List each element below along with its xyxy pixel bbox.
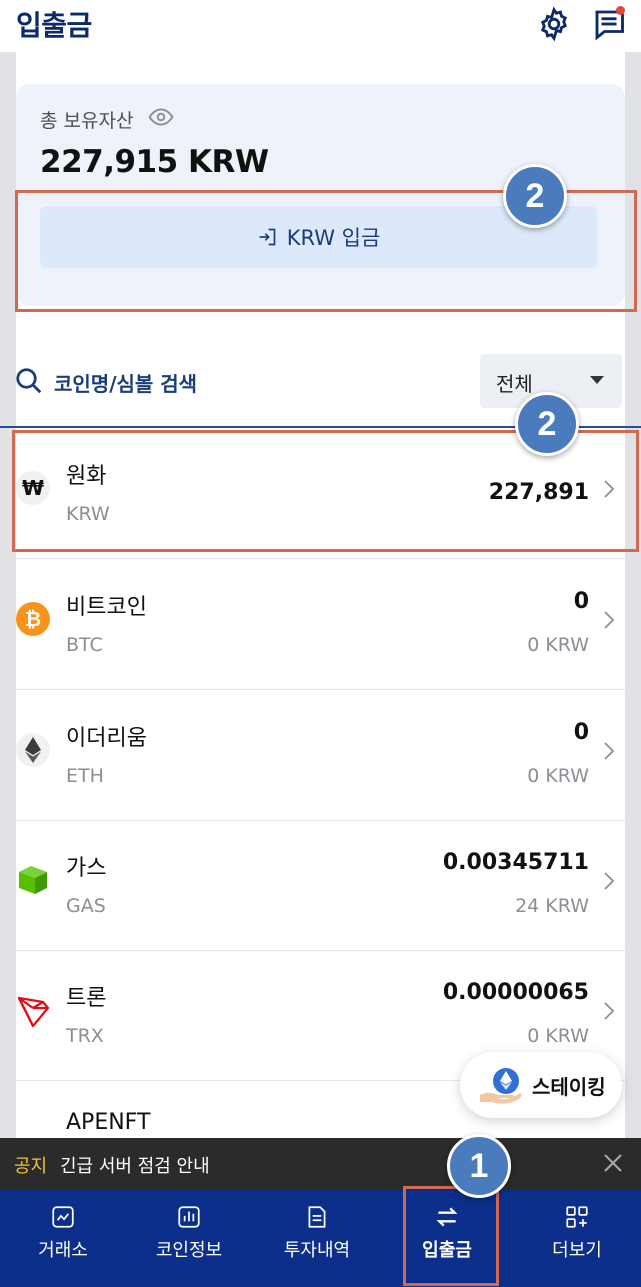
chevron-right-icon bbox=[604, 611, 615, 629]
coin-name: 트론 bbox=[66, 986, 107, 1011]
annotation-badge-2: 2 bbox=[503, 164, 567, 228]
coin-name: 비트코인 bbox=[66, 595, 147, 620]
tab-label: 코인정보 bbox=[155, 1240, 223, 1261]
tab-exchange[interactable]: 거래소 bbox=[0, 1190, 126, 1272]
won-icon: ₩ bbox=[16, 471, 50, 505]
document-icon bbox=[308, 1206, 326, 1228]
staking-label: 스테이킹 bbox=[532, 1074, 606, 1099]
staking-eth-hand-icon bbox=[480, 1068, 522, 1104]
gear-icon[interactable] bbox=[536, 6, 572, 42]
coin-krw-value: 0 KRW bbox=[527, 1025, 589, 1047]
coin-amount: 227,891 bbox=[488, 480, 589, 505]
deposit-icon bbox=[259, 228, 276, 246]
tab-deposit-withdraw[interactable]: 입출금 bbox=[384, 1190, 510, 1272]
bottom-tab-bar: 거래소 코인정보 투자내역 입출금 더보기 bbox=[0, 1190, 641, 1287]
chevron-right-icon bbox=[604, 1002, 615, 1020]
coin-symbol: KRW bbox=[66, 503, 110, 525]
coin-symbol: BTC bbox=[66, 634, 103, 656]
chevron-right-icon bbox=[604, 872, 615, 890]
coin-name: 이더리움 bbox=[66, 726, 147, 751]
tab-investment-history[interactable]: 투자내역 bbox=[254, 1190, 380, 1272]
bitcoin-icon: ₿ bbox=[16, 602, 50, 636]
total-asset-value: 227,915 KRW bbox=[40, 144, 269, 180]
svg-text:₿: ₿ bbox=[25, 607, 41, 631]
gas-icon bbox=[19, 866, 47, 894]
krw-deposit-label: KRW 입금 bbox=[286, 226, 381, 250]
eye-icon[interactable] bbox=[148, 104, 174, 130]
tab-label: 투자내역 bbox=[283, 1240, 351, 1261]
close-icon[interactable] bbox=[602, 1152, 624, 1174]
coin-name: 가스 bbox=[66, 856, 107, 881]
annotation-badge-1: 1 bbox=[447, 1134, 511, 1198]
coin-row-eth[interactable]: 이더리움 ETH 0 0 KRW bbox=[0, 690, 641, 821]
coin-name: APENFT bbox=[66, 1110, 151, 1135]
tab-label: 더보기 bbox=[552, 1240, 602, 1261]
grid-plus-icon bbox=[566, 1206, 588, 1228]
notice-tag: 공지 bbox=[14, 1156, 48, 1177]
coin-krw-value: 24 KRW bbox=[515, 895, 589, 917]
app-header: 입출금 bbox=[0, 0, 641, 52]
coin-name: 원화 bbox=[66, 464, 107, 489]
notice-text[interactable]: 긴급 서버 점검 안내 bbox=[60, 1152, 210, 1178]
coin-amount: 0 bbox=[573, 720, 589, 745]
chevron-right-icon bbox=[604, 742, 615, 760]
chevron-right-icon bbox=[604, 480, 615, 498]
coin-amount: 0 bbox=[573, 589, 589, 614]
tron-icon bbox=[17, 996, 50, 1028]
tab-label: 거래소 bbox=[38, 1240, 88, 1261]
tab-coin-info[interactable]: 코인정보 bbox=[126, 1190, 252, 1272]
caret-down-icon bbox=[590, 376, 604, 384]
bar-chart-icon bbox=[178, 1206, 200, 1228]
coin-amount: 0.00000065 bbox=[442, 980, 589, 1005]
search-input[interactable]: 코인명/심볼 검색 bbox=[54, 368, 197, 397]
coin-symbol: TRX bbox=[66, 1025, 104, 1047]
coin-symbol: GAS bbox=[66, 895, 106, 917]
tab-more[interactable]: 더보기 bbox=[514, 1190, 640, 1272]
unread-dot bbox=[616, 6, 625, 15]
total-asset-label: 총 보유자산 bbox=[40, 110, 134, 132]
coin-symbol: ETH bbox=[66, 765, 104, 787]
coin-krw-value: 0 KRW bbox=[527, 765, 589, 787]
coin-amount: 0.00345711 bbox=[442, 850, 589, 875]
coin-krw-value: 0 KRW bbox=[527, 634, 589, 656]
staking-button[interactable]: 스테이킹 bbox=[460, 1052, 622, 1118]
notice-bar[interactable]: 공지 긴급 서버 점검 안내 bbox=[0, 1138, 641, 1190]
transfer-icon bbox=[436, 1207, 458, 1227]
chart-trend-icon bbox=[52, 1206, 74, 1228]
tab-label: 입출금 bbox=[422, 1240, 472, 1261]
search-icon[interactable] bbox=[14, 366, 44, 396]
page-title: 입출금 bbox=[16, 9, 92, 42]
annotation-badge-2: 2 bbox=[515, 392, 579, 456]
ethereum-icon bbox=[16, 733, 50, 767]
coin-row-btc[interactable]: ₿ 비트코인 BTC 0 0 KRW bbox=[0, 559, 641, 690]
svg-text:₩: ₩ bbox=[22, 476, 44, 500]
coin-row-gas[interactable]: 가스 GAS 0.00345711 24 KRW bbox=[0, 820, 641, 951]
filter-selected-label: 전체 bbox=[496, 372, 533, 396]
